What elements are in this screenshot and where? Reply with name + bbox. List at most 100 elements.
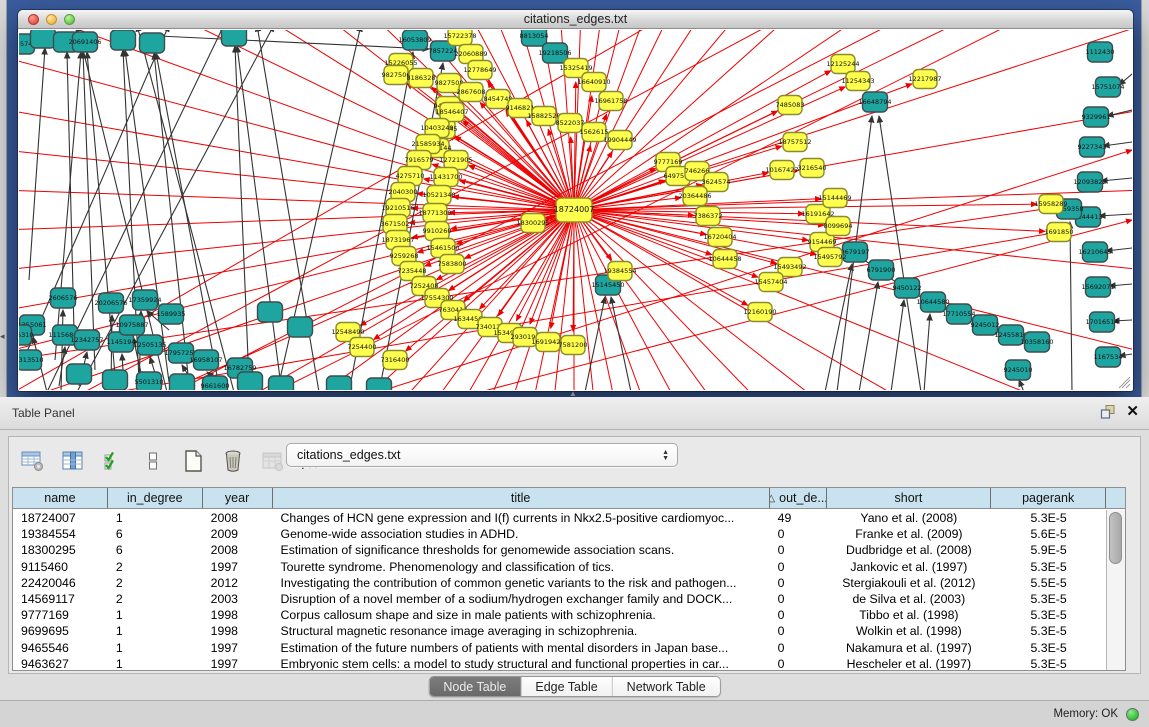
graph-node[interactable]: 12125244 <box>826 55 859 74</box>
graph-node[interactable]: 16053809 <box>398 30 431 50</box>
column-visibility-icon[interactable] <box>59 447 87 475</box>
graph-node[interactable]: 15751074 <box>1091 77 1124 97</box>
graph-node[interactable] <box>31 30 56 48</box>
graph-node[interactable]: 18724007 <box>554 198 595 222</box>
close-window-button[interactable] <box>28 14 39 25</box>
graph-node[interactable]: 16720404 <box>703 228 736 247</box>
graph-node[interactable]: 15457404 <box>754 273 787 292</box>
graph-node[interactable]: 12093822 <box>1073 172 1106 192</box>
graph-node[interactable]: 8186328 <box>407 69 436 88</box>
graph-node[interactable]: 12217987 <box>908 70 941 89</box>
graph-node[interactable]: 9227343 <box>1078 137 1107 157</box>
table-row[interactable]: 1830029562008Estimation of significance … <box>13 542 1106 558</box>
zoom-window-button[interactable] <box>64 14 75 25</box>
graph-node[interactable]: 12778649 <box>463 61 496 80</box>
column-header-pagerank[interactable]: pagerank <box>991 488 1106 508</box>
graph-node[interactable]: 12160190 <box>743 303 776 322</box>
graph-node[interactable]: 15495792 <box>813 248 846 267</box>
graph-node[interactable]: 6791900 <box>867 260 896 280</box>
graph-node[interactable] <box>170 374 195 390</box>
graph-node[interactable]: 16640910 <box>577 73 610 92</box>
column-header-name[interactable]: name <box>13 488 108 508</box>
graph-node[interactable]: 15958289 <box>1034 195 1067 214</box>
graph-node[interactable]: 5501310 <box>135 372 164 390</box>
graph-node[interactable]: 16210645 <box>1078 242 1111 262</box>
column-header-short[interactable]: short <box>827 488 992 508</box>
tab-node-table[interactable]: Node Table <box>429 677 521 696</box>
table-row[interactable]: 1456911722003Disruption of a novel membe… <box>13 591 1106 607</box>
graph-node[interactable]: 18771300 <box>418 204 451 223</box>
table-row[interactable]: 1938455462009Genome-wide association stu… <box>13 526 1106 542</box>
column-header-out_de[interactable]: △out_de... <box>770 488 827 508</box>
network-canvas[interactable]: 1055740206914061605380978572248813054192… <box>19 30 1132 390</box>
select-checklist-icon[interactable] <box>99 447 127 475</box>
graph-node[interactable]: 11431700 <box>429 168 462 187</box>
graph-node[interactable]: 12505135 <box>133 335 166 355</box>
graph-node[interactable]: 8099694 <box>824 217 853 236</box>
graph-node[interactable]: 9661600 <box>201 376 230 390</box>
graph-node[interactable]: 19384554 <box>603 262 636 281</box>
graph-node[interactable]: 1167534 <box>1094 347 1123 367</box>
table-selector-dropdown[interactable]: citations_edges.txt ▲▼ <box>286 443 678 467</box>
table-row[interactable]: 977716911998Corpus callosum shape and si… <box>13 607 1106 623</box>
graph-node[interactable]: 10167427 <box>765 161 798 180</box>
graph-node[interactable] <box>67 364 92 384</box>
table-scrollbar-thumb[interactable] <box>1109 512 1122 564</box>
graph-node[interactable]: 7316400 <box>381 351 410 370</box>
float-panel-icon[interactable] <box>1100 404 1116 420</box>
graph-node[interactable]: 3216540 <box>798 159 827 178</box>
new-table-icon[interactable] <box>179 447 207 475</box>
graph-node[interactable] <box>222 30 247 46</box>
table-row[interactable]: 2242004622012Investigating the contribut… <box>13 575 1106 591</box>
table-row[interactable]: 969969511998Structural magnetic resonanc… <box>13 623 1106 639</box>
window-resize-grip[interactable] <box>1118 376 1131 389</box>
column-header-in_degree[interactable]: in_degree <box>108 488 203 508</box>
graph-node[interactable]: 16648794 <box>858 92 891 112</box>
graph-node[interactable]: 9329961 <box>1082 107 1111 127</box>
graph-node[interactable]: 10975887 <box>115 315 148 335</box>
graph-node[interactable]: 19904449 <box>603 131 636 150</box>
column-header-title[interactable]: title <box>273 488 770 508</box>
graph-node[interactable] <box>269 376 294 390</box>
graph-node[interactable]: 12721905 <box>439 151 472 170</box>
graph-node[interactable] <box>258 302 283 322</box>
splitter-handle[interactable]: ▲ <box>567 391 579 397</box>
table-row[interactable]: 911546021997Tourette syndrome. Phenomeno… <box>13 559 1106 575</box>
graph-node[interactable]: 10358160 <box>1020 332 1053 352</box>
table-row[interactable]: 1872400712008Changes of HCN gene express… <box>13 510 1106 526</box>
graph-node[interactable]: 16958107 <box>189 350 222 370</box>
graph-node[interactable]: 9245010 <box>1004 360 1033 380</box>
graph-node[interactable]: 11254343 <box>841 72 874 91</box>
memory-ok-indicator[interactable] <box>1126 708 1139 721</box>
graph-node[interactable]: 10521340 <box>422 186 455 205</box>
table-scrollbar[interactable] <box>1106 510 1125 670</box>
graph-node[interactable] <box>140 33 165 53</box>
tab-network-table[interactable]: Network Table <box>613 677 720 696</box>
graph-node[interactable]: 12342757 <box>70 330 103 350</box>
graph-node[interactable]: 7581200 <box>559 336 588 355</box>
delete-table-icon[interactable] <box>219 447 247 475</box>
graph-node[interactable]: 17016514 <box>1085 312 1118 332</box>
graph-node[interactable]: 15692071 <box>1081 277 1114 297</box>
graph-node[interactable]: 17359924 <box>128 290 161 310</box>
tab-edge-table[interactable]: Edge Table <box>521 677 612 696</box>
graph-node[interactable]: 15722378 <box>443 30 476 46</box>
graph-node[interactable] <box>288 317 313 337</box>
panel-collapse-arrow-icon[interactable]: ◂ <box>0 331 5 342</box>
graph-node[interactable]: 15144469 <box>818 189 851 208</box>
graph-node[interactable]: 20364486 <box>678 187 711 206</box>
graph-node[interactable]: 9450122 <box>893 278 922 298</box>
graph-node[interactable]: 9313510 <box>19 350 43 370</box>
close-panel-icon[interactable]: ✕ <box>1126 404 1139 420</box>
delete-column-icon[interactable] <box>259 447 287 475</box>
graph-node[interactable]: 10644580 <box>916 292 949 312</box>
graph-node[interactable] <box>111 30 136 50</box>
window-titlebar[interactable]: citations_edges.txt <box>18 10 1133 29</box>
minimize-window-button[interactable] <box>46 14 57 25</box>
graph-node[interactable]: 7254400 <box>348 338 377 357</box>
graph-node[interactable]: 7386372 <box>694 207 723 226</box>
table-row[interactable]: 946362711997Embryonic stem cells: a mode… <box>13 656 1106 671</box>
citation-network-graph[interactable]: 1055740206914061605380978572248813054192… <box>19 30 1132 390</box>
graph-node[interactable]: 1589935 <box>157 304 186 324</box>
graph-node[interactable]: 7485083 <box>776 96 805 115</box>
